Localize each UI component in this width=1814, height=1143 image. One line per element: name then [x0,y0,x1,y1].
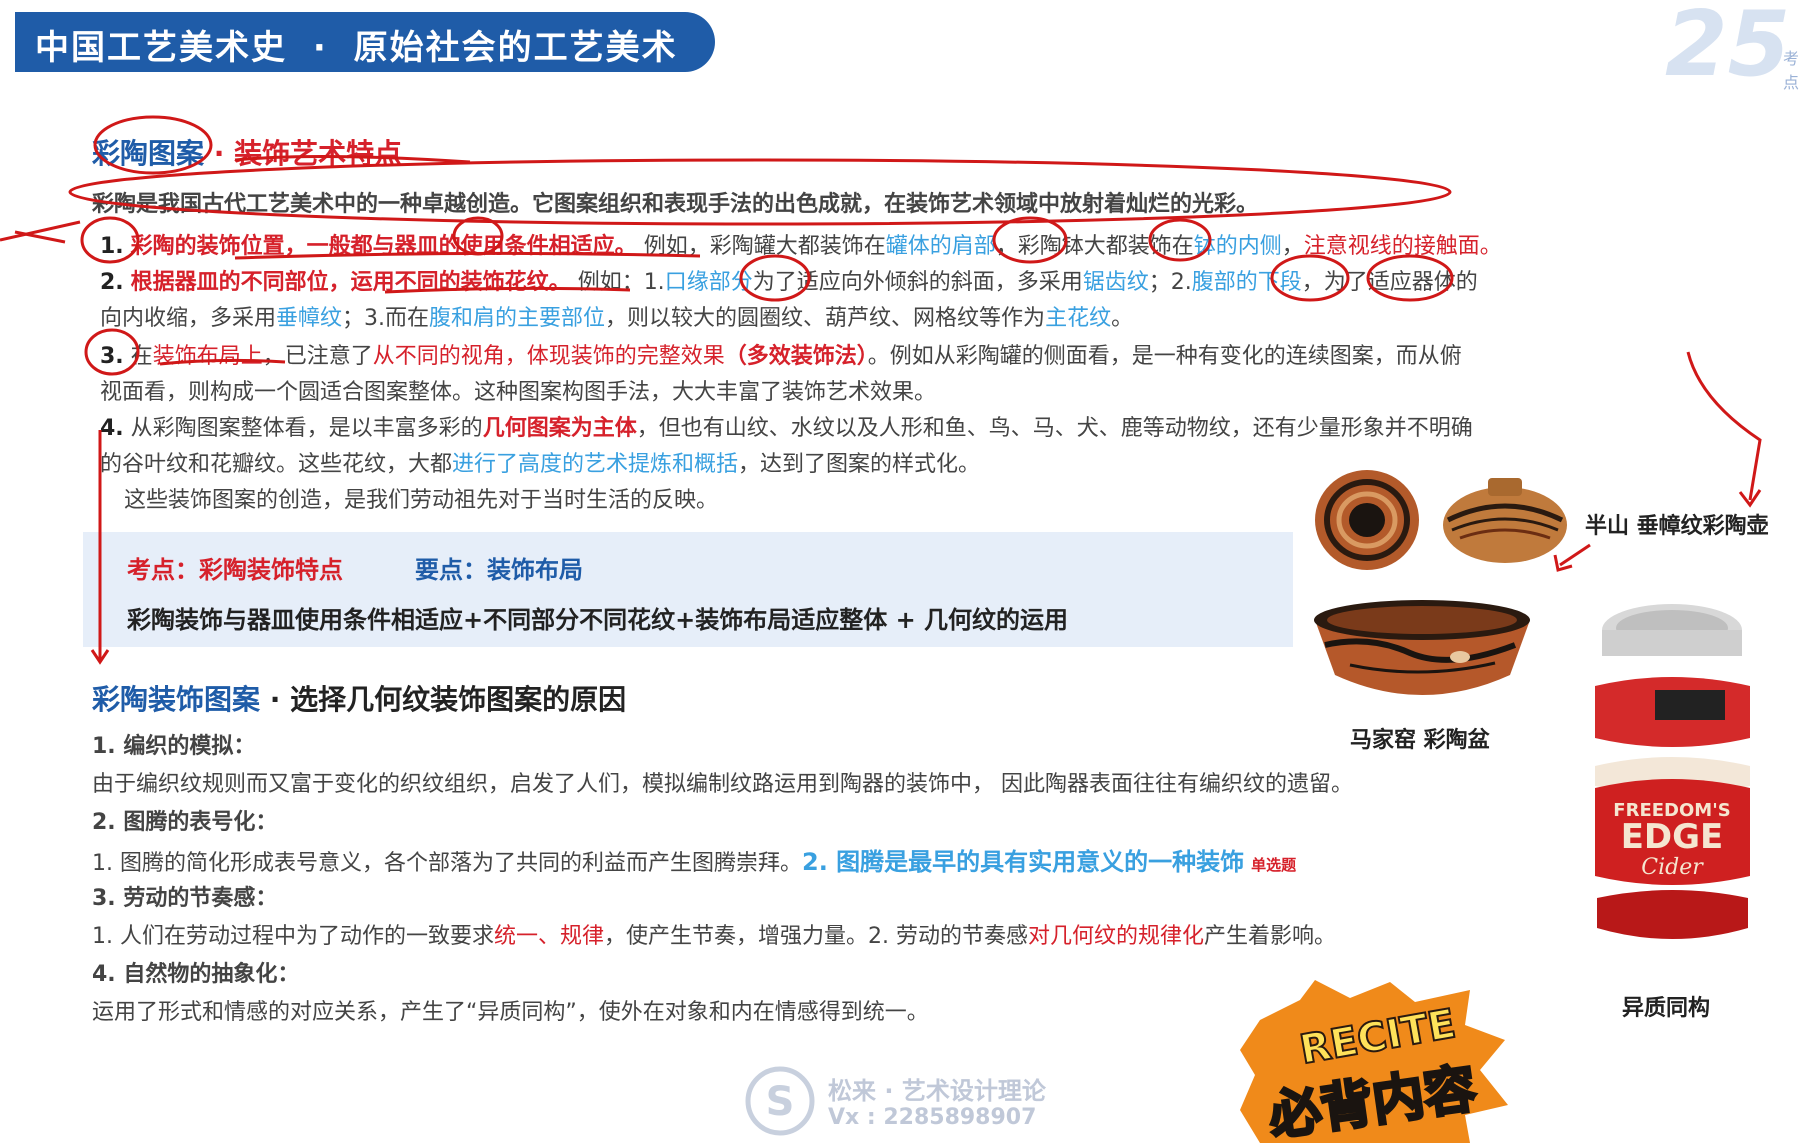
handwritten-annotations [0,115,1762,665]
